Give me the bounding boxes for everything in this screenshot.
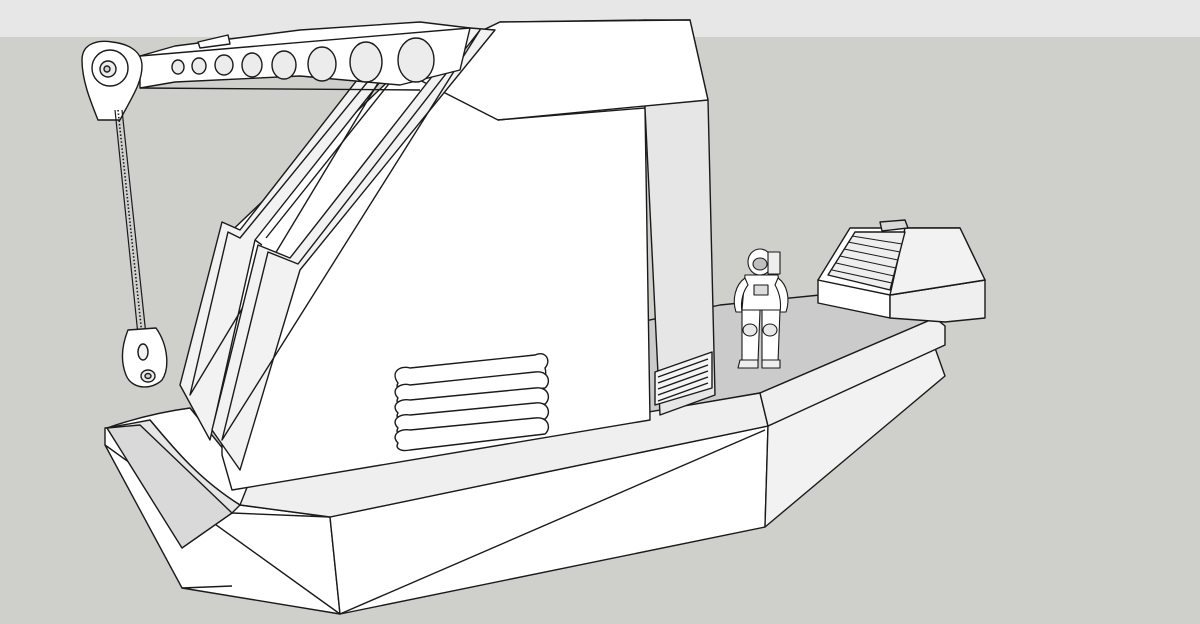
astronaut-left-boot [737, 359, 759, 369]
astronaut-left-knee [742, 323, 758, 337]
astronaut-backpack [767, 251, 781, 275]
crane-hook[interactable] [121, 327, 168, 388]
hook-slot [137, 343, 149, 361]
boom-hole-4 [241, 52, 263, 78]
boom-hole-1 [171, 59, 185, 75]
astronaut-right-boot [761, 359, 781, 369]
scene-canvas[interactable] [0, 0, 1200, 624]
pulley-axle-center [103, 65, 111, 73]
boom-hole-8 [397, 37, 435, 83]
hook-pin-center [144, 372, 152, 380]
astronaut-right-knee [762, 323, 778, 337]
boom-hole-5 [271, 50, 297, 80]
boom-hole-7 [349, 41, 383, 83]
3d-viewport[interactable] [0, 0, 1200, 624]
boom-hole-3 [214, 54, 234, 76]
astronaut-visor [752, 257, 768, 271]
cab-front-vent [394, 353, 550, 452]
boom-hole-2 [191, 57, 207, 75]
boom-hole-6 [307, 46, 337, 82]
astronaut-chest-panel [753, 284, 769, 296]
